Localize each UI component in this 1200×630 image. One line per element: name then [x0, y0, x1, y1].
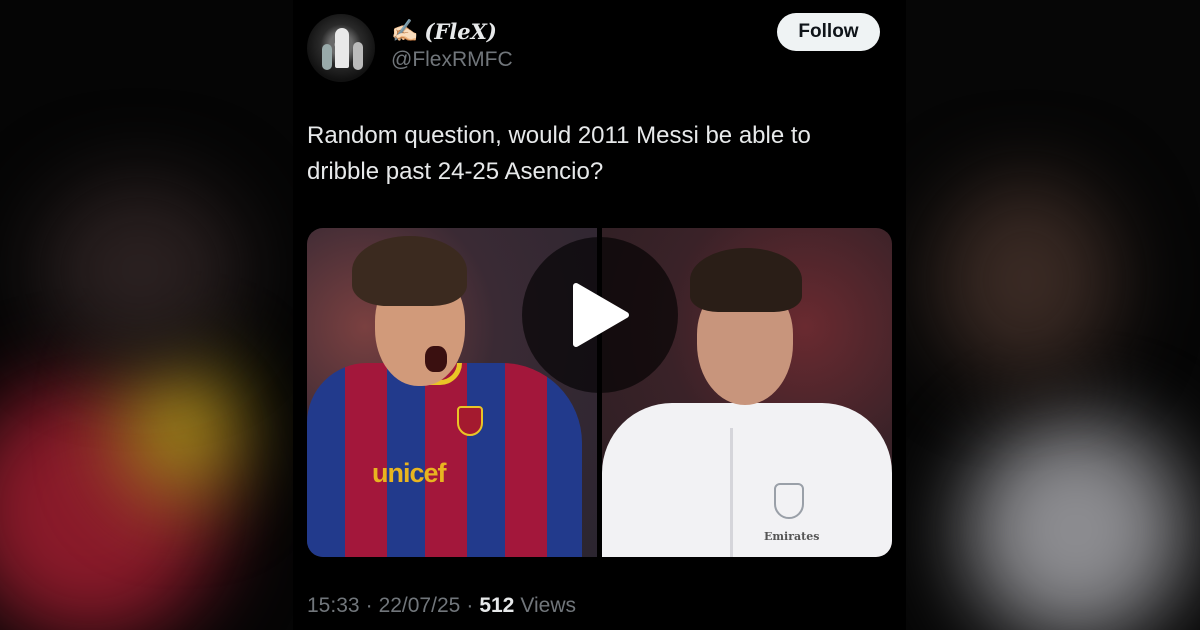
hoodie-zip [730, 428, 733, 557]
play-icon [573, 283, 629, 347]
tweet-time[interactable]: 15:33 [307, 594, 360, 618]
blur-blob [120, 360, 240, 500]
views-label: Views [520, 594, 576, 617]
avatar-figure [353, 42, 363, 70]
tweet-card: ✍🏻 (FleX) @FlexRMFC Follow Random questi… [293, 0, 906, 630]
player-mouth [425, 346, 447, 372]
user-handle[interactable]: @FlexRMFC [391, 48, 513, 72]
display-name[interactable]: (FleX) [424, 19, 496, 44]
avatar-figure [335, 28, 349, 68]
player-hoodie [602, 403, 892, 557]
writing-hand-icon: ✍🏻 [391, 18, 419, 43]
separator: · [466, 594, 474, 617]
club-crest-icon [774, 483, 804, 519]
separator: · [365, 594, 373, 617]
author-name-row[interactable]: ✍🏻 (FleX) [391, 18, 497, 44]
tweet-text-line: dribble past 24-25 Asencio? [307, 158, 604, 185]
avatar[interactable] [307, 14, 375, 82]
tweet-text: Random question, would 2011 Messi be abl… [307, 118, 892, 190]
player-hair [352, 236, 467, 306]
blurred-background-right [906, 0, 1200, 630]
tweet-text-line: Random question, would 2011 Messi be abl… [307, 122, 811, 149]
tweet-date[interactable]: 22/07/25 [379, 594, 461, 618]
blur-blob [936, 180, 1116, 380]
tweet-meta: 15:33 · 22/07/25 · 512 Views [307, 594, 576, 618]
blur-blob [40, 180, 240, 360]
video-media[interactable]: unicef Emirates [307, 228, 892, 557]
player-hair [690, 248, 802, 312]
club-crest-icon [457, 406, 483, 436]
blur-blob [966, 420, 1186, 630]
play-button[interactable] [522, 237, 678, 393]
hoodie-sponsor: Emirates [764, 530, 820, 543]
follow-button[interactable]: Follow [777, 13, 880, 51]
blurred-background-left [0, 0, 293, 630]
views-count: 512 [479, 594, 515, 617]
shirt-sponsor: unicef [372, 458, 447, 488]
avatar-figure [322, 44, 332, 70]
